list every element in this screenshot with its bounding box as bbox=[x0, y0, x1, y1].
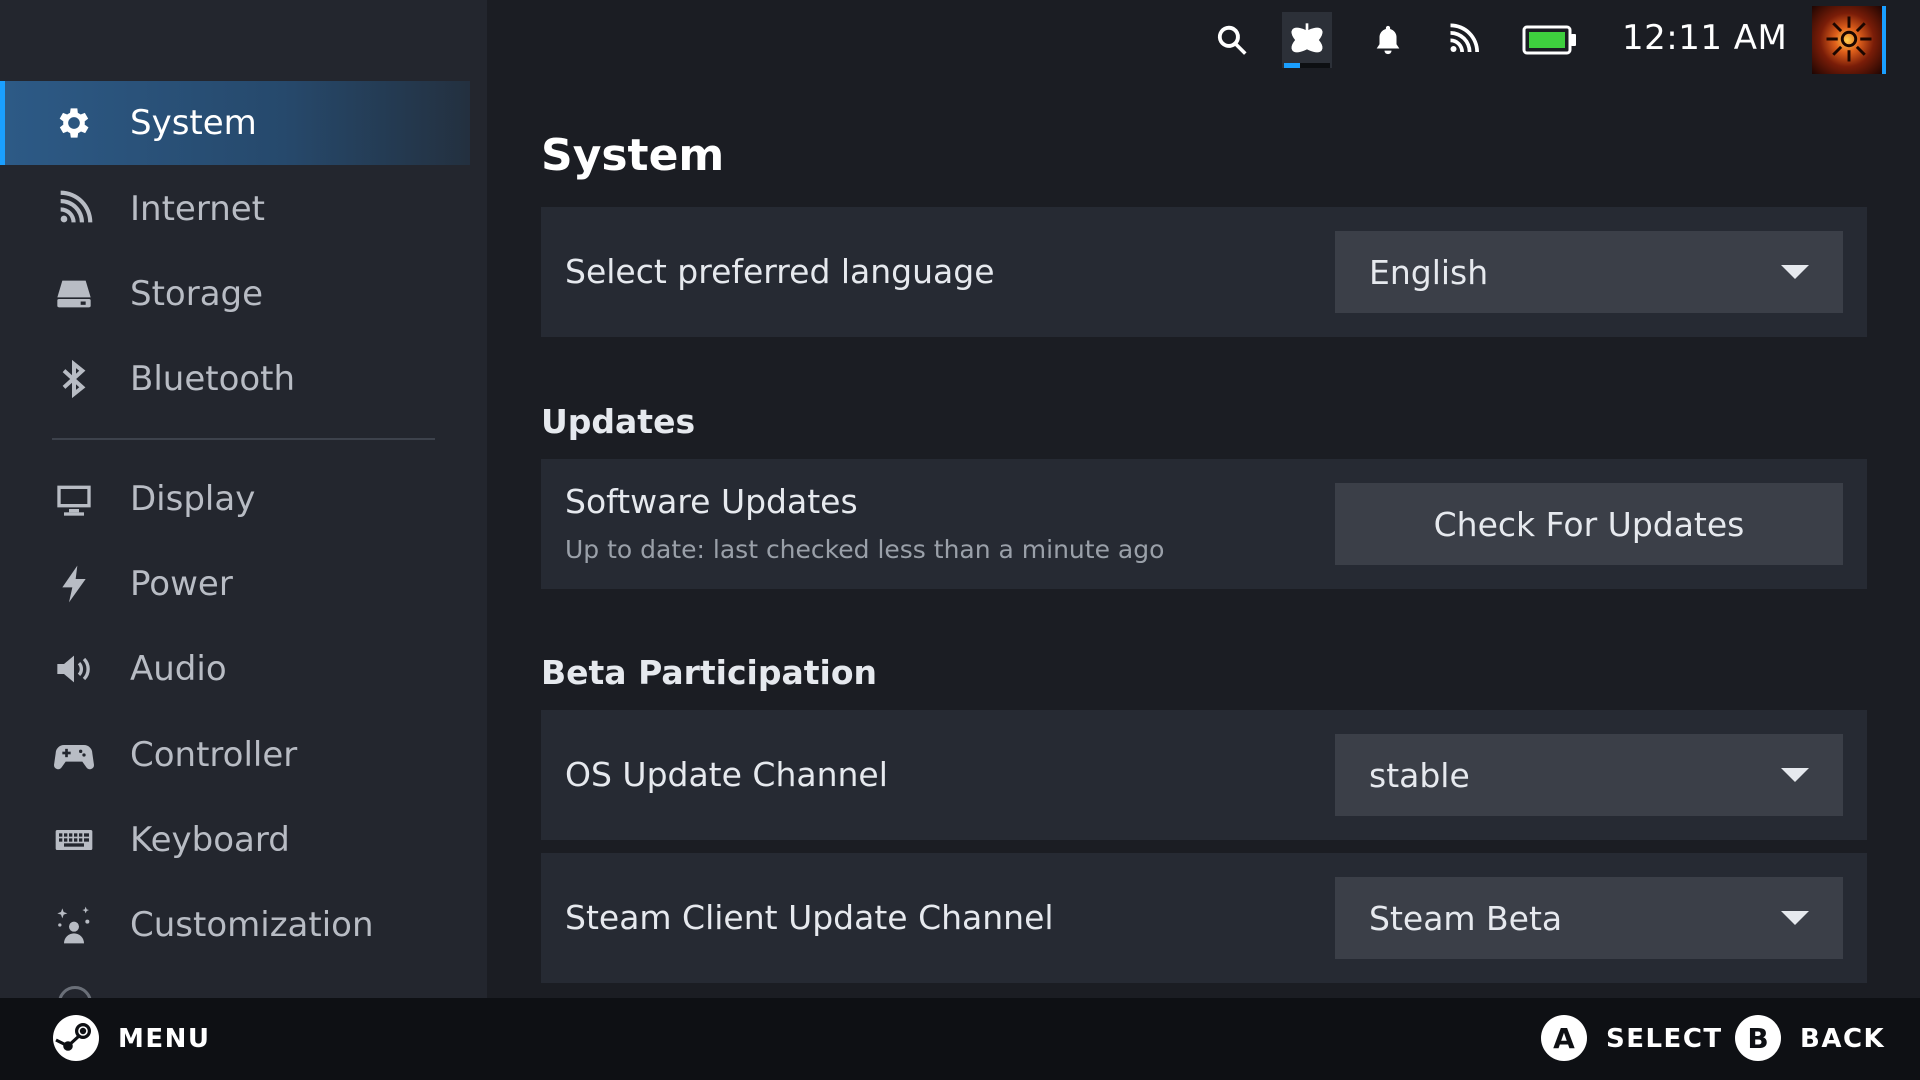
menu-label[interactable]: MENU bbox=[118, 1024, 211, 1054]
client-update-channel-dropdown[interactable]: Steam Beta bbox=[1335, 877, 1843, 959]
speaker-icon bbox=[50, 645, 98, 693]
sidebar-item-label: Bluetooth bbox=[130, 359, 296, 399]
select-label[interactable]: SELECT bbox=[1606, 1024, 1723, 1054]
check-for-updates-button[interactable]: Check For Updates bbox=[1335, 483, 1843, 565]
gear-icon bbox=[50, 99, 98, 147]
client-update-channel-value: Steam Beta bbox=[1369, 898, 1563, 938]
wifi-icon bbox=[50, 185, 98, 233]
software-updates-row: Software Updates Up to date: last checke… bbox=[541, 459, 1867, 589]
language-label: Select preferred language bbox=[565, 252, 995, 291]
bluetooth-icon bbox=[50, 355, 98, 403]
steam-logo-icon[interactable] bbox=[52, 1014, 100, 1062]
chevron-down-icon bbox=[1781, 265, 1809, 279]
sidebar: System Internet Storage Bluetooth Displa… bbox=[0, 0, 487, 998]
avatar[interactable] bbox=[1812, 6, 1886, 74]
b-button-icon: B bbox=[1735, 1015, 1781, 1061]
sidebar-item-label: Audio bbox=[130, 649, 227, 689]
gamepad-icon bbox=[50, 731, 98, 779]
sidebar-item-label: Display bbox=[130, 479, 256, 519]
os-update-channel-label: OS Update Channel bbox=[565, 755, 888, 794]
clock: 12:11 AM bbox=[1622, 18, 1788, 58]
sidebar-item-audio[interactable]: Audio bbox=[0, 627, 470, 711]
sparkle-person-icon bbox=[50, 901, 98, 949]
wifi-icon[interactable] bbox=[1444, 20, 1484, 60]
back-label[interactable]: BACK bbox=[1800, 1024, 1885, 1054]
sidebar-item-bluetooth[interactable]: Bluetooth bbox=[0, 337, 470, 421]
decky-plugin-icon[interactable] bbox=[1282, 12, 1332, 68]
keyboard-icon bbox=[50, 816, 98, 864]
language-dropdown[interactable]: English bbox=[1335, 231, 1843, 313]
sidebar-item-label: Controller bbox=[130, 735, 298, 775]
sidebar-item-system[interactable]: System bbox=[0, 81, 470, 165]
lightning-icon bbox=[50, 560, 98, 608]
os-update-channel-value: stable bbox=[1369, 755, 1470, 795]
language-row: Select preferred language English bbox=[541, 207, 1867, 337]
software-updates-label: Software Updates bbox=[565, 482, 858, 521]
sidebar-item-display[interactable]: Display bbox=[0, 457, 470, 541]
decky-active-indicator bbox=[1284, 63, 1300, 68]
updates-section-title: Updates bbox=[541, 402, 696, 441]
sidebar-item-keyboard[interactable]: Keyboard bbox=[0, 798, 470, 882]
decky-indicator-track bbox=[1300, 63, 1330, 68]
sidebar-item-power[interactable]: Power bbox=[0, 542, 470, 626]
sidebar-item-label: Keyboard bbox=[130, 820, 290, 860]
language-dropdown-value: English bbox=[1369, 252, 1489, 292]
page-title: System bbox=[541, 130, 725, 181]
chevron-down-icon bbox=[1781, 911, 1809, 925]
sidebar-item-customization[interactable]: Customization bbox=[0, 883, 470, 967]
os-update-channel-dropdown[interactable]: stable bbox=[1335, 734, 1843, 816]
sidebar-item-label: Storage bbox=[130, 274, 264, 314]
beta-section-title: Beta Participation bbox=[541, 653, 878, 692]
sidebar-item-storage[interactable]: Storage bbox=[0, 252, 470, 336]
battery-icon bbox=[1522, 24, 1578, 56]
bell-icon[interactable] bbox=[1368, 20, 1408, 60]
sidebar-item-label: Internet bbox=[130, 189, 266, 229]
bottom-bar: MENU A SELECT B BACK bbox=[0, 998, 1920, 1080]
chevron-down-icon bbox=[1781, 768, 1809, 782]
sidebar-item-label: Power bbox=[130, 564, 233, 604]
search-icon[interactable] bbox=[1212, 20, 1252, 60]
a-button-icon: A bbox=[1541, 1015, 1587, 1061]
os-update-channel-row: OS Update Channel stable bbox=[541, 710, 1867, 840]
sidebar-item-internet[interactable]: Internet bbox=[0, 167, 470, 251]
client-update-channel-label: Steam Client Update Channel bbox=[565, 898, 1054, 937]
software-updates-status: Up to date: last checked less than a min… bbox=[565, 535, 1165, 564]
drive-icon bbox=[50, 270, 98, 318]
client-update-channel-row: Steam Client Update Channel Steam Beta bbox=[541, 853, 1867, 983]
sidebar-item-label: Customization bbox=[130, 905, 374, 945]
sidebar-divider bbox=[52, 438, 435, 440]
sidebar-item-label: System bbox=[130, 103, 257, 143]
sidebar-item-next-partial bbox=[58, 986, 92, 998]
monitor-icon bbox=[50, 475, 98, 523]
sidebar-item-controller[interactable]: Controller bbox=[0, 713, 470, 797]
